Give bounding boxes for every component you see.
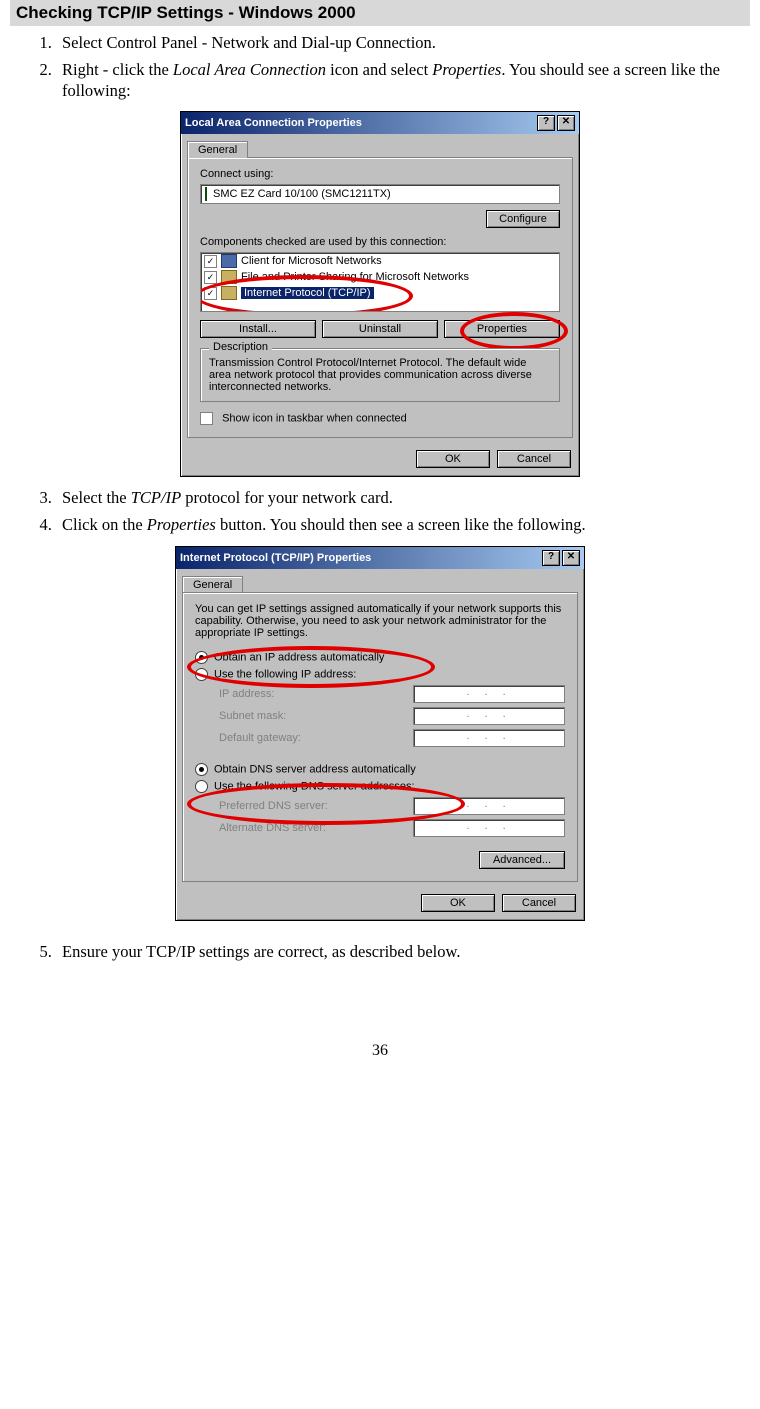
step-4-text-a: Click on the — [62, 515, 147, 534]
step-1: Select Control Panel - Network and Dial-… — [56, 32, 750, 53]
ok-button[interactable]: OK — [421, 894, 495, 912]
help-icon[interactable]: ? — [542, 550, 560, 566]
subnet-input[interactable]: . . . — [413, 707, 565, 725]
components-label: Components checked are used by this conn… — [200, 236, 560, 248]
intro-text: You can get IP settings assigned automat… — [195, 603, 565, 639]
dialog-titlebar[interactable]: Internet Protocol (TCP/IP) Properties ? … — [176, 547, 584, 569]
help-icon[interactable]: ? — [537, 115, 555, 131]
ip-address-input[interactable]: . . . — [413, 685, 565, 703]
cancel-button[interactable]: Cancel — [497, 450, 571, 468]
radio-label: Obtain DNS server address automatically — [214, 763, 416, 775]
show-icon-label: Show icon in taskbar when connected — [222, 413, 407, 425]
step-2-italic-1: Local Area Connection — [173, 60, 326, 79]
step-4-italic-1: Properties — [147, 515, 216, 534]
close-icon[interactable]: ✕ — [562, 550, 580, 566]
component-item[interactable]: ✓ Internet Protocol (TCP/IP) — [201, 285, 559, 301]
install-button[interactable]: Install... — [200, 320, 316, 338]
nic-icon — [205, 187, 207, 201]
advanced-button[interactable]: Advanced... — [479, 851, 565, 869]
gateway-input[interactable]: . . . — [413, 729, 565, 747]
page-number: 36 — [10, 1042, 750, 1060]
lan-properties-dialog: Local Area Connection Properties ? ✕ Gen… — [180, 111, 580, 477]
connect-using-label: Connect using: — [200, 168, 560, 180]
radio-icon[interactable] — [195, 763, 208, 776]
share-icon — [221, 270, 237, 284]
step-2-text-a: Right - click the — [62, 60, 173, 79]
gateway-label: Default gateway: — [219, 732, 413, 744]
alternate-dns-input[interactable]: . . . — [413, 819, 565, 837]
components-list[interactable]: ✓ Client for Microsoft Networks ✓ File a… — [200, 252, 560, 312]
step-3-text-b: protocol for your network card. — [181, 488, 393, 507]
step-5: Ensure your TCP/IP settings are correct,… — [56, 941, 750, 962]
checkbox-icon[interactable]: ✓ — [204, 271, 217, 284]
radio-icon[interactable] — [195, 780, 208, 793]
tcpip-properties-dialog: Internet Protocol (TCP/IP) Properties ? … — [175, 546, 585, 921]
properties-button[interactable]: Properties — [444, 320, 560, 338]
checkbox-icon[interactable]: ✓ — [204, 255, 217, 268]
description-text: Transmission Control Protocol/Internet P… — [209, 357, 532, 393]
component-item[interactable]: ✓ File and Printer Sharing for Microsoft… — [201, 269, 559, 285]
preferred-dns-input[interactable]: . . . — [413, 797, 565, 815]
uninstall-button[interactable]: Uninstall — [322, 320, 438, 338]
step-4-text-b: button. You should then see a screen lik… — [216, 515, 586, 534]
radio-dns-manual[interactable]: Use the following DNS server addresses: — [195, 780, 565, 793]
description-title: Description — [209, 341, 272, 353]
radio-label: Use the following DNS server addresses: — [214, 780, 415, 792]
dialog-title: Local Area Connection Properties — [185, 117, 535, 129]
tab-general[interactable]: General — [182, 576, 243, 593]
radio-ip-manual[interactable]: Use the following IP address: — [195, 668, 565, 681]
step-4: Click on the Properties button. You shou… — [56, 514, 750, 535]
section-heading: Checking TCP/IP Settings - Windows 2000 — [10, 0, 750, 26]
alternate-dns-label: Alternate DNS server: — [219, 822, 413, 834]
checkbox-icon[interactable] — [200, 412, 213, 425]
component-label: File and Printer Sharing for Microsoft N… — [241, 271, 469, 283]
radio-dns-auto[interactable]: Obtain DNS server address automatically — [195, 763, 565, 776]
configure-button[interactable]: Configure — [486, 210, 560, 228]
close-icon[interactable]: ✕ — [557, 115, 575, 131]
step-3: Select the TCP/IP protocol for your netw… — [56, 487, 750, 508]
cancel-button[interactable]: Cancel — [502, 894, 576, 912]
nic-name: SMC EZ Card 10/100 (SMC1211TX) — [213, 188, 391, 200]
nic-field: SMC EZ Card 10/100 (SMC1211TX) — [200, 184, 560, 204]
protocol-icon — [221, 286, 237, 300]
step-2: Right - click the Local Area Connection … — [56, 59, 750, 101]
checkbox-icon[interactable]: ✓ — [204, 287, 217, 300]
component-item[interactable]: ✓ Client for Microsoft Networks — [201, 253, 559, 269]
instruction-list: Select Control Panel - Network and Dial-… — [10, 32, 750, 101]
ip-address-label: IP address: — [219, 688, 413, 700]
step-2-text-b: icon and select — [326, 60, 432, 79]
subnet-label: Subnet mask: — [219, 710, 413, 722]
tab-general[interactable]: General — [187, 141, 248, 158]
radio-icon[interactable] — [195, 651, 208, 664]
client-icon — [221, 254, 237, 268]
radio-icon[interactable] — [195, 668, 208, 681]
ok-button[interactable]: OK — [416, 450, 490, 468]
step-3-italic-1: TCP/IP — [131, 488, 181, 507]
instruction-list-cont2: Ensure your TCP/IP settings are correct,… — [10, 941, 750, 962]
radio-label: Obtain an IP address automatically — [214, 651, 384, 663]
dialog-title: Internet Protocol (TCP/IP) Properties — [180, 552, 540, 564]
preferred-dns-label: Preferred DNS server: — [219, 800, 413, 812]
step-3-text-a: Select the — [62, 488, 131, 507]
component-label-selected: Internet Protocol (TCP/IP) — [241, 287, 374, 299]
dialog-titlebar[interactable]: Local Area Connection Properties ? ✕ — [181, 112, 579, 134]
radio-ip-auto[interactable]: Obtain an IP address automatically — [195, 651, 565, 664]
instruction-list-cont: Select the TCP/IP protocol for your netw… — [10, 487, 750, 535]
step-2-italic-2: Properties — [432, 60, 501, 79]
show-icon-row[interactable]: Show icon in taskbar when connected — [200, 412, 560, 425]
radio-label: Use the following IP address: — [214, 668, 356, 680]
component-label: Client for Microsoft Networks — [241, 255, 382, 267]
description-group: Description Transmission Control Protoco… — [200, 348, 560, 402]
